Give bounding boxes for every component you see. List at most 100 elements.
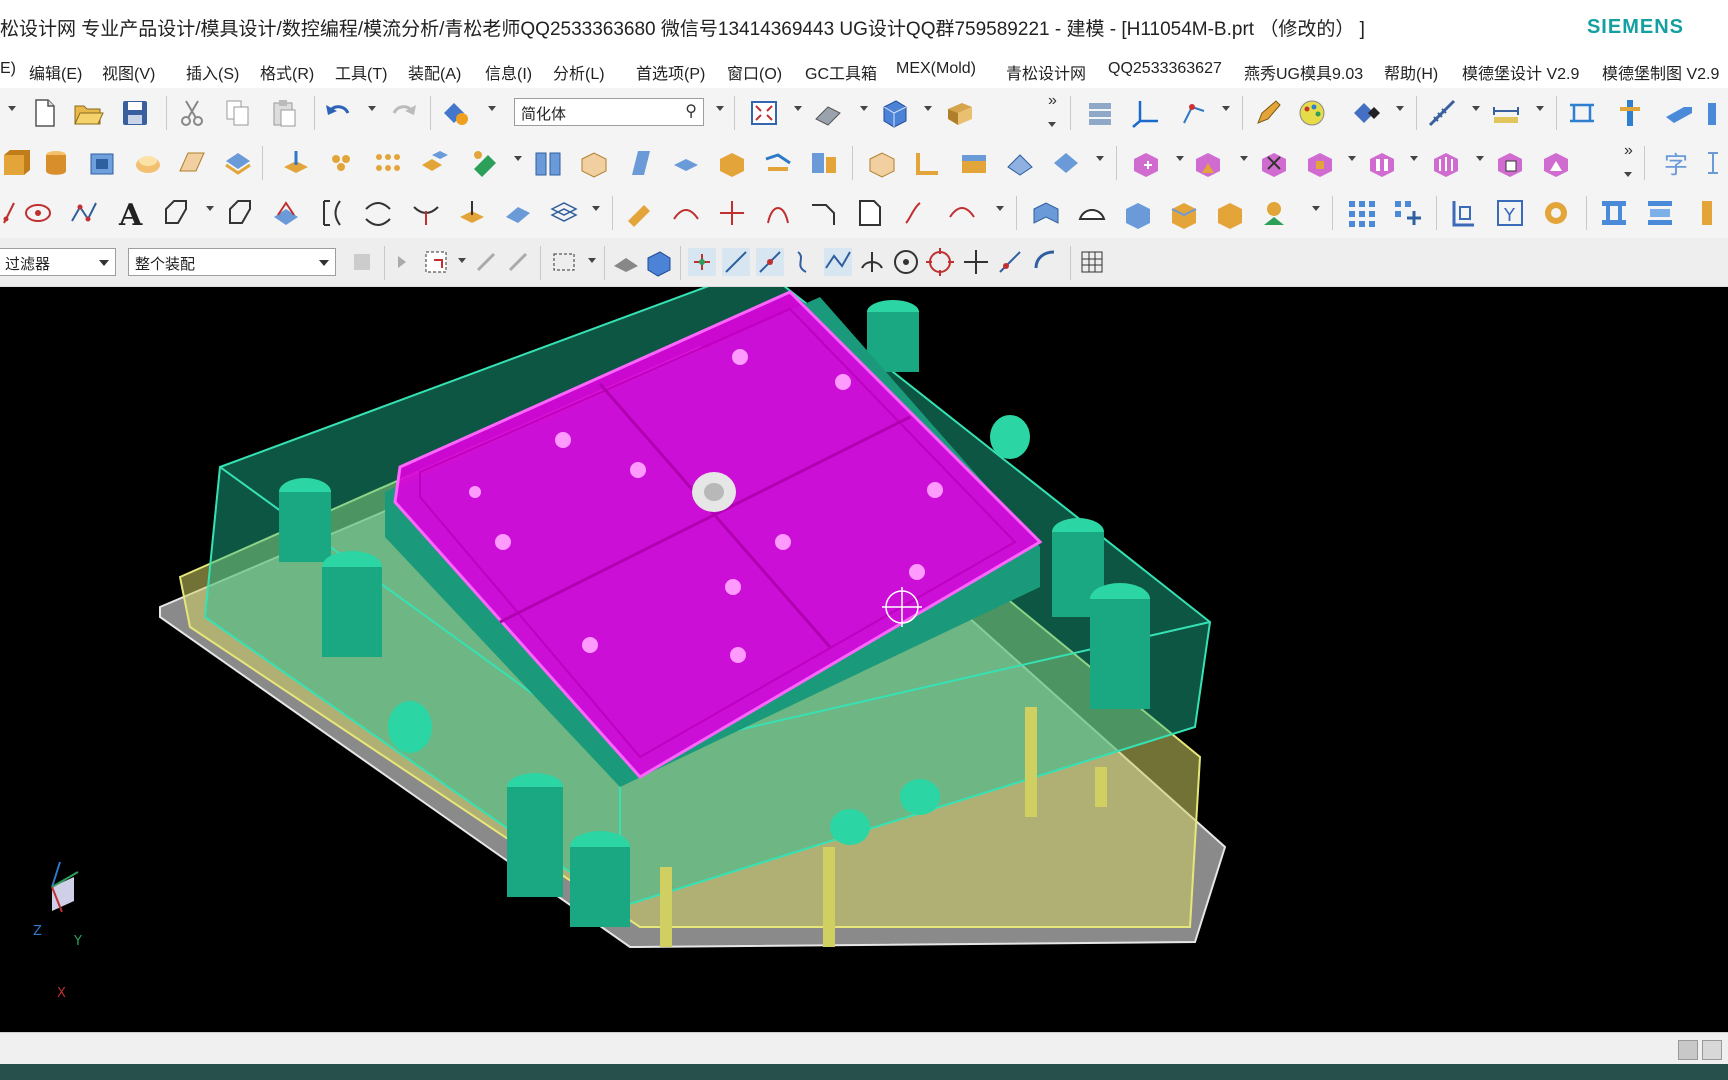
menu-window[interactable]: 窗口(O): [727, 60, 782, 84]
copy-icon[interactable]: [222, 97, 254, 129]
wave-link-icon[interactable]: [1004, 147, 1036, 179]
chevron-down-icon[interactable]: [1396, 106, 1404, 111]
stretch-curve-icon[interactable]: [808, 197, 840, 229]
chevron-down-icon[interactable]: [206, 206, 214, 211]
menu-modebao-design[interactable]: 模德堡设计 V2.9: [1462, 60, 1579, 84]
patch-icon[interactable]: [958, 147, 990, 179]
chevron-down-icon[interactable]: [924, 106, 932, 111]
menu-assemblies[interactable]: 装配(A): [408, 60, 461, 84]
mold-base-icon[interactable]: [1598, 197, 1630, 229]
mold-electrode-icon[interactable]: [1430, 147, 1462, 179]
menu-format[interactable]: 格式(R): [260, 60, 314, 84]
chevron-down-icon[interactable]: [368, 106, 376, 111]
mold-workpiece-icon[interactable]: [1130, 147, 1162, 179]
trim-curve-icon[interactable]: [670, 197, 702, 229]
menu-mex-mold[interactable]: MEX(Mold): [896, 60, 976, 78]
revolve-icon[interactable]: [222, 147, 254, 179]
bridge-curve-icon[interactable]: [362, 197, 394, 229]
mold-drawing-icon[interactable]: [1540, 147, 1572, 179]
menu-file-partial[interactable]: E): [0, 60, 16, 78]
mold-bolt-icon[interactable]: [1614, 97, 1646, 129]
chevron-down-icon[interactable]: [860, 106, 868, 111]
cut-icon[interactable]: [176, 97, 208, 129]
chevron-down-icon[interactable]: [458, 258, 466, 263]
join-curve-icon[interactable]: [410, 197, 442, 229]
layer-settings-icon[interactable]: [944, 97, 976, 129]
type-filter-combo[interactable]: 过滤器: [0, 248, 116, 276]
edit-parameters-icon[interactable]: [946, 197, 978, 229]
mold-cooling-icon[interactable]: [1366, 147, 1398, 179]
chevron-down-icon[interactable]: [1536, 106, 1544, 111]
wrap-curve-icon[interactable]: [502, 197, 534, 229]
graphics-window[interactable]: Z Y X: [0, 287, 1728, 1032]
measure-length-icon[interactable]: [1490, 97, 1522, 129]
edge-blend-icon[interactable]: [532, 147, 564, 179]
swept-icon[interactable]: [1122, 197, 1154, 229]
dimension-icon[interactable]: [1704, 147, 1728, 179]
shell-icon[interactable]: [468, 147, 500, 179]
replace-face-icon[interactable]: [762, 147, 794, 179]
menu-analysis[interactable]: 分析(L): [553, 60, 605, 84]
mold-assembly-model[interactable]: Z Y X: [0, 287, 1728, 1032]
chevron-down-icon[interactable]: [1312, 206, 1320, 211]
existing-point-icon[interactable]: [960, 246, 992, 278]
chevron-down-icon[interactable]: [1048, 122, 1056, 127]
command-finder-icon[interactable]: [440, 97, 472, 129]
select-solid-icon[interactable]: [642, 246, 674, 278]
chevron-down-icon[interactable]: [794, 106, 802, 111]
chevron-down-icon[interactable]: [1410, 156, 1418, 161]
menu-yanxiu[interactable]: 燕秀UG模具9.03: [1244, 60, 1363, 84]
unite-icon[interactable]: [418, 147, 450, 179]
point-on-face-icon[interactable]: [1028, 246, 1060, 278]
mold-bom-icon[interactable]: [1494, 147, 1526, 179]
circle-ellipse-icon[interactable]: [22, 197, 54, 229]
draft-icon[interactable]: [624, 147, 656, 179]
mold-y-icon[interactable]: Y: [1494, 197, 1526, 229]
quadrant-point-icon[interactable]: [924, 246, 956, 278]
chevron-down-icon[interactable]: [1348, 156, 1356, 161]
menu-qq[interactable]: QQ2533363627: [1108, 60, 1222, 78]
open-folder-icon[interactable]: [72, 97, 104, 129]
grid-icon[interactable]: [1076, 246, 1108, 278]
join-icon[interactable]: [900, 197, 932, 229]
point-set-icon[interactable]: [1178, 97, 1210, 129]
ruled-surface-icon[interactable]: [1076, 197, 1108, 229]
chamfer-icon[interactable]: [578, 147, 610, 179]
mold-slider-icon[interactable]: [1662, 97, 1694, 129]
offset-curve-icon[interactable]: [224, 197, 256, 229]
cylinder-icon[interactable]: [40, 147, 72, 179]
chevron-down-icon[interactable]: [592, 206, 600, 211]
select-all-icon[interactable]: [502, 246, 534, 278]
chevron-down-icon[interactable]: [1176, 156, 1184, 161]
measure-distance-icon[interactable]: [1426, 97, 1458, 129]
mold-frame-icon[interactable]: [1448, 197, 1480, 229]
shaded-view-icon[interactable]: [812, 97, 844, 129]
save-icon[interactable]: [119, 97, 151, 129]
menu-insert[interactable]: 插入(S): [186, 60, 239, 84]
menu-modebao-drafting[interactable]: 模德堡制图 V2.9: [1602, 60, 1719, 84]
gear-icon[interactable]: [1540, 197, 1572, 229]
studio-surface-icon[interactable]: [1214, 197, 1246, 229]
redo-icon[interactable]: [388, 97, 420, 129]
sphere-icon[interactable]: [132, 147, 164, 179]
split-body-icon[interactable]: [808, 147, 840, 179]
boss-icon[interactable]: [326, 147, 358, 179]
fit-view-icon[interactable]: [748, 97, 780, 129]
extract-curve-icon[interactable]: [456, 197, 488, 229]
pattern-feature-icon[interactable]: [372, 147, 404, 179]
chevron-down-icon[interactable]: [488, 106, 496, 111]
show-hide-icon[interactable]: [1350, 97, 1382, 129]
mold-ejector-icon[interactable]: [1566, 97, 1598, 129]
block-icon[interactable]: [0, 147, 32, 179]
menu-help[interactable]: 帮助(H): [1384, 60, 1438, 84]
deselect-icon[interactable]: [470, 246, 502, 278]
chevron-down-icon[interactable]: [588, 258, 596, 263]
intersection-point-icon[interactable]: [856, 246, 888, 278]
arc-center-icon[interactable]: [890, 246, 922, 278]
filter-settings-icon[interactable]: [346, 246, 378, 278]
text-a-icon[interactable]: A: [114, 197, 146, 229]
mold-cut-icon[interactable]: [1704, 97, 1728, 129]
mesh-curve-icon[interactable]: [548, 197, 580, 229]
mid-point-icon[interactable]: [754, 246, 786, 278]
undo-icon[interactable]: [322, 97, 354, 129]
